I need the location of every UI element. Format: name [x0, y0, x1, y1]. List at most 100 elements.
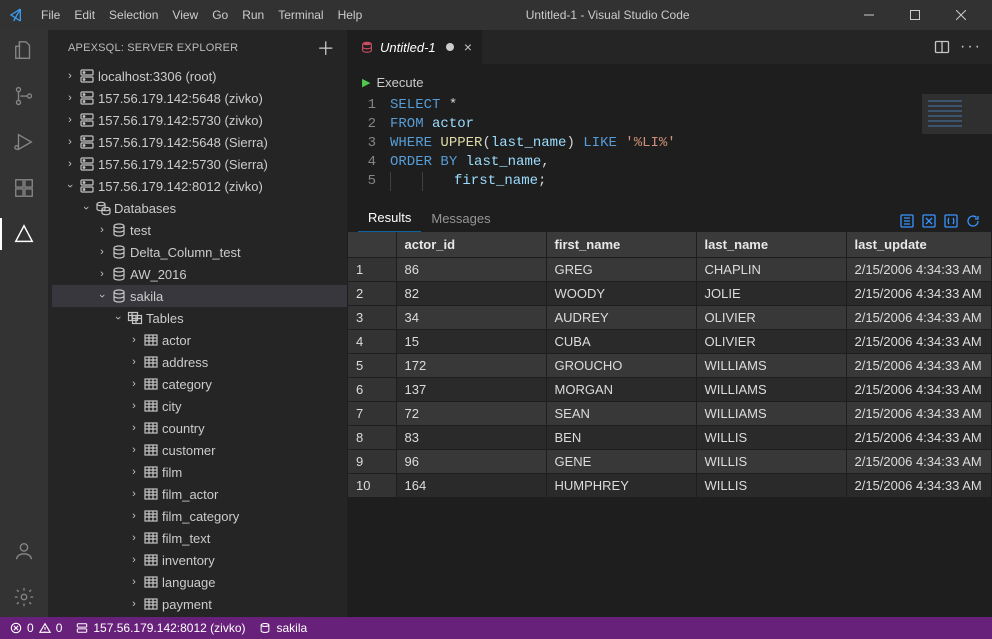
- status-database[interactable]: sakila: [259, 621, 307, 635]
- activity-bar: [0, 30, 48, 617]
- activity-settings-icon[interactable]: [12, 585, 36, 609]
- col-header[interactable]: last_update: [846, 232, 992, 257]
- results-grid[interactable]: actor_id first_name last_name last_updat…: [348, 232, 992, 617]
- activity-apexsql-icon[interactable]: [12, 222, 36, 246]
- table-item[interactable]: ›film_actor: [52, 483, 347, 505]
- window-minimize-button[interactable]: [846, 0, 892, 30]
- table-item[interactable]: ›customer: [52, 439, 347, 461]
- chevron-right-icon: ›: [126, 532, 142, 544]
- server-item[interactable]: › 157.56.179.142:8012 (zivko): [52, 175, 347, 197]
- server-item[interactable]: › 157.56.179.142:5730 (Sierra): [52, 153, 347, 175]
- line-number: 2: [348, 115, 376, 134]
- cell-last-name: OLIVIER: [696, 329, 846, 353]
- table-item[interactable]: ›actor: [52, 329, 347, 351]
- col-header[interactable]: last_name: [696, 232, 846, 257]
- export-json-icon[interactable]: [942, 212, 960, 230]
- editor-tab[interactable]: Untitled-1 ×: [348, 30, 483, 64]
- table-item[interactable]: ›film_category: [52, 505, 347, 527]
- execute-button[interactable]: ▶ Execute: [348, 65, 992, 94]
- cell-first-name: GENE: [546, 449, 696, 473]
- add-connection-button[interactable]: ＋: [317, 35, 335, 61]
- chevron-right-icon: ›: [62, 70, 78, 82]
- activity-run-debug-icon[interactable]: [12, 130, 36, 154]
- database-item[interactable]: › Delta_Column_test: [52, 241, 347, 263]
- cell-last-update: 2/15/2006 4:34:33 AM: [846, 305, 992, 329]
- table-item[interactable]: ›country: [52, 417, 347, 439]
- table-row[interactable]: 186GREGCHAPLIN2/15/2006 4:34:33 AM: [348, 257, 992, 281]
- menu-view[interactable]: View: [165, 0, 205, 30]
- cell-first-name: CUBA: [546, 329, 696, 353]
- table-row[interactable]: 282WOODYJOLIE2/15/2006 4:34:33 AM: [348, 281, 992, 305]
- databases-folder[interactable]: › Databases: [52, 197, 347, 219]
- activity-explorer-icon[interactable]: [12, 38, 36, 62]
- activity-extensions-icon[interactable]: [12, 176, 36, 200]
- table-item[interactable]: ›address: [52, 351, 347, 373]
- table-row[interactable]: 883BENWILLIS2/15/2006 4:34:33 AM: [348, 425, 992, 449]
- minimap-slider[interactable]: [922, 94, 992, 134]
- window-maximize-button[interactable]: [892, 0, 938, 30]
- code-editor[interactable]: 1 2 3 4 5 SELECT * FROM actor WHERE UPPE…: [348, 94, 992, 201]
- server-item[interactable]: › 157.56.179.142:5648 (zivko): [52, 87, 347, 109]
- table-icon: [142, 464, 160, 480]
- more-actions-icon[interactable]: ···: [960, 38, 982, 56]
- server-item[interactable]: › localhost:3306 (root): [52, 65, 347, 87]
- menu-edit[interactable]: Edit: [67, 0, 102, 30]
- table-item[interactable]: ›film_text: [52, 527, 347, 549]
- database-item[interactable]: › sakila: [52, 285, 347, 307]
- table-item[interactable]: ›language: [52, 571, 347, 593]
- table-icon: [142, 486, 160, 502]
- server-explorer-tree: › localhost:3306 (root) › 157.56.179.142…: [48, 65, 347, 617]
- table-row[interactable]: 772SEANWILLIAMS2/15/2006 4:34:33 AM: [348, 401, 992, 425]
- tab-messages[interactable]: Messages: [421, 205, 500, 232]
- status-database-label: sakila: [276, 621, 307, 635]
- activity-accounts-icon[interactable]: [12, 539, 36, 563]
- server-item[interactable]: › 157.56.179.142:5730 (zivko): [52, 109, 347, 131]
- status-problems[interactable]: 0 0: [10, 621, 62, 635]
- activity-source-control-icon[interactable]: [12, 84, 36, 108]
- table-item[interactable]: ›city: [52, 395, 347, 417]
- export-excel-icon[interactable]: [920, 212, 938, 230]
- database-item[interactable]: › AW_2016: [52, 263, 347, 285]
- cell-first-name: HUMPHREY: [546, 473, 696, 497]
- menu-selection[interactable]: Selection: [102, 0, 165, 30]
- table-row[interactable]: 6137MORGANWILLIAMS2/15/2006 4:34:33 AM: [348, 377, 992, 401]
- table-row[interactable]: 5172GROUCHOWILLIAMS2/15/2006 4:34:33 AM: [348, 353, 992, 377]
- close-tab-button[interactable]: ×: [464, 39, 472, 55]
- cell-first-name: AUDREY: [546, 305, 696, 329]
- menu-go[interactable]: Go: [205, 0, 235, 30]
- database-icon: [110, 288, 128, 304]
- table-item[interactable]: ›category: [52, 373, 347, 395]
- database-item[interactable]: › test: [52, 219, 347, 241]
- kw-by: BY: [440, 154, 457, 170]
- refresh-icon[interactable]: [964, 212, 982, 230]
- export-csv-icon[interactable]: [898, 212, 916, 230]
- chevron-right-icon: ›: [126, 356, 142, 368]
- menu-help[interactable]: Help: [331, 0, 370, 30]
- table-item[interactable]: ›inventory: [52, 549, 347, 571]
- table-row[interactable]: 334AUDREYOLIVIER2/15/2006 4:34:33 AM: [348, 305, 992, 329]
- status-connection[interactable]: 157.56.179.142:8012 (zivko): [76, 621, 245, 635]
- window-title: Untitled-1 - Visual Studio Code: [369, 8, 846, 22]
- table-row[interactable]: 415CUBAOLIVIER2/15/2006 4:34:33 AM: [348, 329, 992, 353]
- code-lines: SELECT * FROM actor WHERE UPPER(last_nam…: [390, 96, 992, 191]
- tab-results[interactable]: Results: [358, 204, 421, 232]
- split-editor-icon[interactable]: [934, 39, 950, 55]
- menu-run[interactable]: Run: [235, 0, 271, 30]
- cell-first-name: GREG: [546, 257, 696, 281]
- editor-group: Untitled-1 × ··· ▶ Execute 1 2 3 4: [348, 30, 992, 617]
- server-item[interactable]: › 157.56.179.142:5648 (Sierra): [52, 131, 347, 153]
- code-comma: ,: [541, 154, 549, 170]
- editor-actions: ···: [924, 30, 992, 64]
- kw-order: ORDER: [390, 154, 432, 170]
- table-row[interactable]: 996GENEWILLIS2/15/2006 4:34:33 AM: [348, 449, 992, 473]
- table-icon: [142, 574, 160, 590]
- table-row[interactable]: 10164HUMPHREYWILLIS2/15/2006 4:34:33 AM: [348, 473, 992, 497]
- col-header[interactable]: first_name: [546, 232, 696, 257]
- window-close-button[interactable]: [938, 0, 984, 30]
- tables-folder[interactable]: › Tables: [52, 307, 347, 329]
- col-header[interactable]: actor_id: [396, 232, 546, 257]
- table-item[interactable]: ›payment: [52, 593, 347, 615]
- table-item[interactable]: ›film: [52, 461, 347, 483]
- menu-file[interactable]: File: [34, 0, 67, 30]
- menu-terminal[interactable]: Terminal: [271, 0, 330, 30]
